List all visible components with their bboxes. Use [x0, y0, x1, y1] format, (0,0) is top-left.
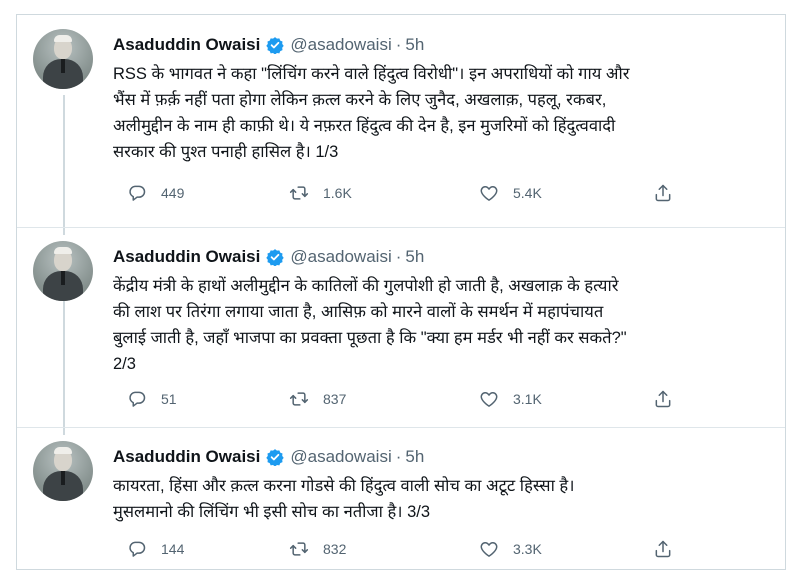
retweet-count: 832 — [323, 541, 347, 557]
retweet-button[interactable]: 1.6K — [289, 181, 352, 205]
author-name[interactable]: Asaduddin Owaisi — [113, 247, 260, 267]
share-icon — [655, 540, 671, 558]
separator-dot: · — [395, 35, 402, 54]
tweet-actions: 144 832 3.3K — [113, 537, 713, 561]
reply-icon — [129, 391, 146, 407]
separator-dot: · — [395, 447, 402, 466]
author-handle[interactable]: @asadowaisi — [290, 247, 391, 267]
avatar[interactable] — [33, 29, 93, 89]
tweet-header: Asaduddin Owaisi @asadowaisi · 5h — [113, 445, 424, 469]
separator-dot: · — [395, 247, 402, 266]
like-button[interactable]: 3.1K — [479, 387, 542, 411]
tweet-text: RSS के भागवत ने कहा "लिंचिंग करने वाले ह… — [113, 61, 773, 165]
tweet-text-line: की लाश पर तिरंगा लगाया जाता है, आसिफ़ को… — [113, 303, 604, 321]
timestamp[interactable]: 5h — [405, 247, 424, 267]
reply-button[interactable]: 144 — [127, 537, 184, 561]
like-button[interactable]: 5.4K — [479, 181, 542, 205]
reply-count: 144 — [161, 541, 185, 557]
share-button[interactable] — [653, 181, 687, 205]
timestamp[interactable]: 5h — [405, 447, 424, 467]
reply-count: 51 — [161, 391, 177, 407]
reply-icon — [129, 541, 146, 557]
like-count: 5.4K — [513, 185, 542, 201]
tweet-header: Asaduddin Owaisi @asadowaisi · 5h — [113, 33, 424, 57]
tweet[interactable]: Asaduddin Owaisi @asadowaisi · 5h कायरता… — [17, 427, 785, 571]
retweet-button[interactable]: 837 — [289, 387, 346, 411]
avatar[interactable] — [33, 241, 93, 301]
tweet-text-line: सरकार की पुश्त पनाही हासिल है। 1/3 — [113, 143, 339, 161]
verified-badge-icon — [266, 249, 285, 266]
tweet-text-line: अलीमुद्दीन के नाम ही काफ़ी थे। ये नफ़रत … — [113, 117, 616, 135]
retweet-count: 1.6K — [323, 185, 352, 201]
retweet-icon — [289, 392, 309, 406]
share-button[interactable] — [653, 387, 687, 411]
tweet[interactable]: Asaduddin Owaisi @asadowaisi · 5h RSS के… — [17, 15, 785, 228]
avatar[interactable] — [33, 441, 93, 501]
reply-icon — [129, 185, 146, 201]
author-name[interactable]: Asaduddin Owaisi — [113, 447, 260, 467]
tweet-text-line: केंद्रीय मंत्री के हाथों अलीमुद्दीन के क… — [113, 277, 619, 295]
tweet-text-line: मुसलमानो की लिंचिंग भी इसी सोच का नतीजा … — [113, 503, 431, 521]
reply-button[interactable]: 51 — [127, 387, 177, 411]
verified-badge-icon — [266, 37, 285, 54]
tweet[interactable]: Asaduddin Owaisi @asadowaisi · 5h केंद्र… — [17, 227, 785, 428]
like-icon — [480, 542, 498, 557]
tweet-actions: 51 837 3.1K — [113, 387, 713, 411]
tweet-actions: 449 1.6K 5.4K — [113, 181, 713, 205]
retweet-icon — [289, 542, 309, 556]
reply-button[interactable]: 449 — [127, 181, 184, 205]
tweet-text-line: बुलाई जाती है, जहाँ भाजपा का प्रवक्ता पू… — [113, 329, 627, 347]
tweet-text: केंद्रीय मंत्री के हाथों अलीमुद्दीन के क… — [113, 273, 773, 377]
reply-count: 449 — [161, 185, 185, 201]
like-count: 3.3K — [513, 541, 542, 557]
author-handle[interactable]: @asadowaisi — [290, 35, 391, 55]
like-count: 3.1K — [513, 391, 542, 407]
verified-badge-icon — [266, 449, 285, 466]
like-icon — [480, 186, 498, 201]
timestamp[interactable]: 5h — [405, 35, 424, 55]
tweet-thread: Asaduddin Owaisi @asadowaisi · 5h RSS के… — [16, 14, 786, 570]
retweet-icon — [289, 186, 309, 200]
author-handle[interactable]: @asadowaisi — [290, 447, 391, 467]
retweet-button[interactable]: 832 — [289, 537, 346, 561]
share-button[interactable] — [653, 537, 687, 561]
share-icon — [655, 390, 671, 408]
like-button[interactable]: 3.3K — [479, 537, 542, 561]
retweet-count: 837 — [323, 391, 347, 407]
tweet-text-line: भैंस में फ़र्क़ नहीं पता होगा लेकिन क़त्… — [113, 91, 607, 109]
share-icon — [655, 184, 671, 202]
tweet-header: Asaduddin Owaisi @asadowaisi · 5h — [113, 245, 424, 269]
author-name[interactable]: Asaduddin Owaisi — [113, 35, 260, 55]
tweet-text-line: 2/3 — [113, 355, 136, 373]
tweet-text: कायरता, हिंसा और क़त्ल करना गोडसे की हिं… — [113, 473, 773, 525]
tweet-text-line: कायरता, हिंसा और क़त्ल करना गोडसे की हिं… — [113, 477, 575, 495]
like-icon — [480, 392, 498, 407]
tweet-text-line: RSS के भागवत ने कहा "लिंचिंग करने वाले ह… — [113, 65, 630, 83]
